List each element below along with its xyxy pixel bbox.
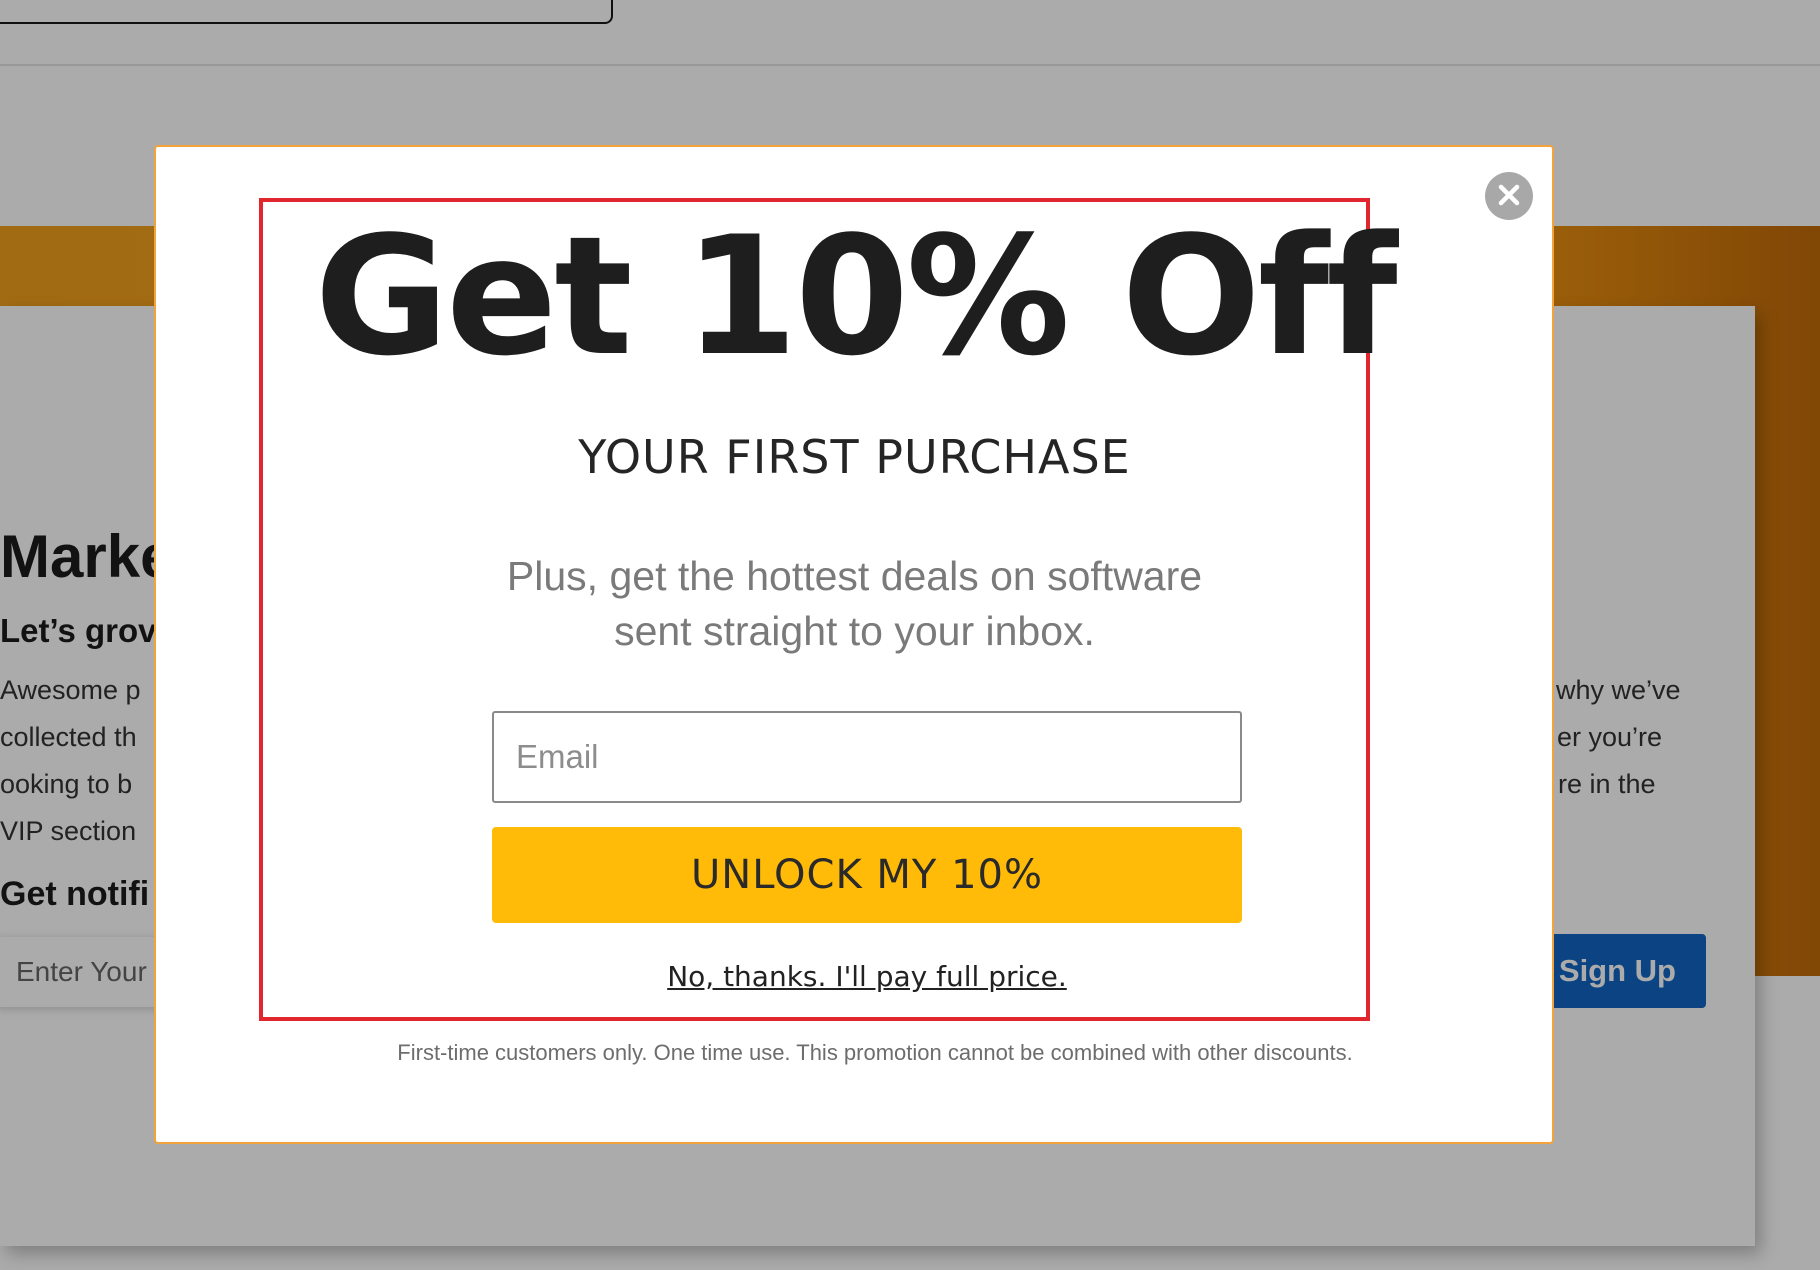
close-button[interactable] [1485,172,1533,220]
email-field[interactable] [492,711,1242,803]
offer-description-line: sent straight to your inbox. [614,608,1095,654]
offer-description: Plus, get the hottest deals on software … [156,549,1553,659]
offer-subheadline: YOUR FIRST PURCHASE [578,430,1131,484]
close-icon [1498,184,1520,209]
discount-modal: Get 10% Off YOUR FIRST PURCHASE Plus, ge… [154,145,1554,1144]
decline-link[interactable]: No, thanks. I'll pay full price. [156,960,1578,993]
unlock-button[interactable]: UNLOCK MY 10% [492,827,1242,923]
offer-description-line: Plus, get the hottest deals on software [506,553,1203,599]
disclaimer-text: First-time customers only. One time use.… [397,1040,1353,1065]
offer-headline: Get 10% Off [314,201,1397,392]
